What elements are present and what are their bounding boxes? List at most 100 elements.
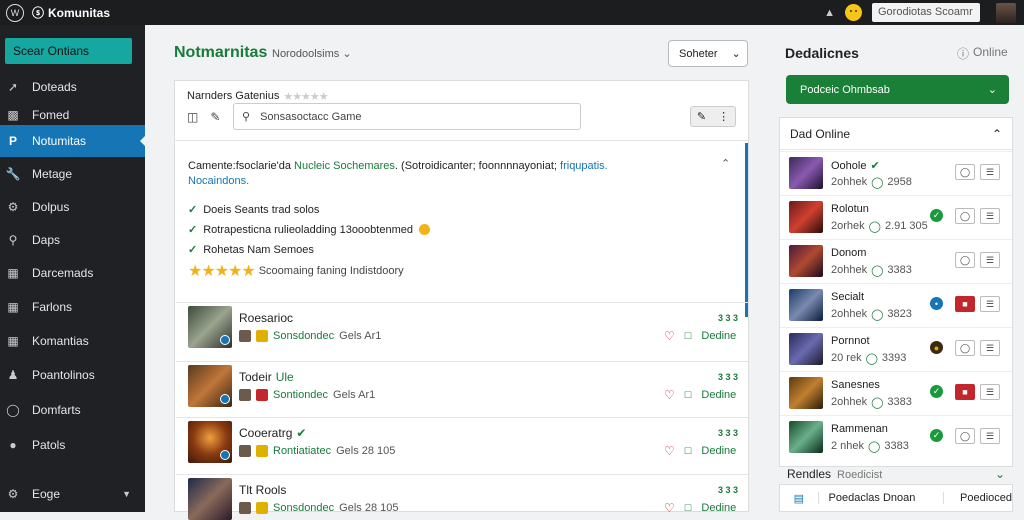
star-rating[interactable]: ★★★★★ xyxy=(188,261,256,281)
seller-name[interactable]: Sonsdondec xyxy=(273,502,334,514)
seller-name[interactable]: Rontiatiatec xyxy=(273,445,331,457)
check-item: ✓ Rotrapesticna rulieoladding 13ooobtenme… xyxy=(188,223,430,236)
game-row[interactable]: Todeir Ule Sontiondec Gels Ar1 3 3 3 ♡ □ Ded… xyxy=(176,361,748,407)
online-user-row[interactable]: Secialt 2ohhek ◯ 3823 • ■ ☰ xyxy=(780,283,1012,327)
report-button[interactable]: ■ xyxy=(955,296,975,312)
game-name[interactable]: Todeir Ule xyxy=(239,370,294,384)
sort-dropdown[interactable]: Soheter ⌄ xyxy=(668,40,748,67)
menu-button[interactable]: ☰ xyxy=(980,296,1000,312)
user-meta-b: 2.91 305 xyxy=(884,220,928,232)
seller-avatar xyxy=(239,502,251,514)
sidebar-item-dolpus[interactable]: ⚙ Dolpus xyxy=(0,191,145,223)
chat-icon[interactable]: □ xyxy=(685,330,692,342)
decline-link[interactable]: Dedine xyxy=(701,389,736,401)
game-name[interactable]: Cooeratrg ✔ xyxy=(239,426,306,440)
user-name: Oohole ✔ xyxy=(831,159,880,173)
star-rating-placeholder: ★★★★★ xyxy=(283,91,328,103)
message-button[interactable]: ◯ xyxy=(955,208,975,224)
sidebar-item-farlons[interactable]: ▦ Farlons xyxy=(0,291,145,323)
game-meta: Sontiondec Gels Ar1 xyxy=(239,389,375,401)
primary-action-button[interactable]: Podceic Ohmbsab ⌄ xyxy=(786,75,1009,104)
seller-name[interactable]: Sonsdondec xyxy=(273,330,334,342)
heart-icon[interactable]: ♡ xyxy=(664,329,675,343)
game-search-input[interactable]: ⚲ Sonsasoctacc Game xyxy=(233,103,581,130)
upload-icon[interactable]: ▲ xyxy=(824,7,835,19)
game-row[interactable]: Roesarioc Sonsdondec Gels Ar1 3 3 3 ♡ □ Ded… xyxy=(176,302,748,348)
menu-button[interactable]: ☰ xyxy=(980,340,1000,356)
chat-icon[interactable]: □ xyxy=(685,502,692,514)
sidebar-item-komantias[interactable]: ▦ Komantias xyxy=(0,325,145,357)
menu-button[interactable]: ☰ xyxy=(980,164,1000,180)
game-name[interactable]: Roesarioc xyxy=(239,311,293,325)
book-icon[interactable]: ◫ xyxy=(187,110,198,124)
review-link[interactable]: friqupatis. xyxy=(557,160,608,172)
seller-name[interactable]: Sontiondec xyxy=(273,389,328,401)
report-button[interactable]: ■ xyxy=(955,384,975,400)
user-avatar[interactable] xyxy=(996,2,1016,23)
online-user-row[interactable]: Rolotun 2orhek ◯ 2.91 305 ✓ ◯ ☰ xyxy=(780,195,1012,239)
site-brand[interactable]: ⓢ Komunitas xyxy=(32,4,110,21)
sidebar-item-patols[interactable]: ● Patols xyxy=(0,429,145,461)
chevron-up-icon[interactable]: ⌃ xyxy=(721,157,730,170)
sidebar-item-eoge[interactable]: ⚙ Eoge ▼ xyxy=(0,478,145,510)
online-user-row[interactable]: Pornnot 20 rek ◯ 3393 ● ◯ ☰ xyxy=(780,327,1012,371)
heart-icon[interactable]: ♡ xyxy=(664,388,675,402)
menu-button[interactable]: ☰ xyxy=(980,252,1000,268)
chat-icon[interactable]: □ xyxy=(685,445,692,457)
online-user-row[interactable]: Oohole ✔ 2ohhek ◯ 2958 ◯ ☰ xyxy=(780,151,1012,195)
sidebar-item-domfarts[interactable]: ◯ Domfarts xyxy=(0,394,145,426)
menu-button[interactable]: ☰ xyxy=(980,208,1000,224)
game-row[interactable]: Tlt Rools Sonsdondec Gels 28 105 3 3 3 ♡ □… xyxy=(176,474,748,520)
search-icon: ⚲ xyxy=(8,233,18,247)
game-stats: Gels 28 105 xyxy=(339,502,399,514)
emoji-icon[interactable] xyxy=(845,4,862,21)
wordpress-icon[interactable]: W xyxy=(6,3,24,22)
sidebar-primary-button[interactable]: Scear Ontians xyxy=(5,38,132,64)
sidebar-item-metage[interactable]: 🔧 Metage xyxy=(0,158,145,190)
online-user-row[interactable]: Sanesnes 2ohhek ◯ 3383 ✓ ■ ☰ xyxy=(780,371,1012,415)
menu-button[interactable]: ☰ xyxy=(980,384,1000,400)
online-list-header[interactable]: Dad Online ⌃ xyxy=(780,118,1012,150)
message-button[interactable]: ◯ xyxy=(955,252,975,268)
top-search-field[interactable]: Gorodiotas Scoamr xyxy=(872,3,980,22)
message-button[interactable]: ◯ xyxy=(955,164,975,180)
game-tag: Ule xyxy=(275,370,294,384)
sidebar-item-daps[interactable]: ⚲ Daps xyxy=(0,224,145,256)
sidebar-item-darcemads[interactable]: ▦ Darcemads xyxy=(0,257,145,289)
page-title: Notmarnitas xyxy=(174,44,268,61)
recent-item[interactable]: ▤ Poedaclas Dnoan Poedioced xyxy=(779,484,1013,512)
seller-logo-icon xyxy=(256,445,268,457)
person-icon: ♟ xyxy=(7,368,19,382)
page-subtitle-dropdown[interactable]: Norodoolsims ⌄ xyxy=(272,47,352,60)
grid-icon: ▦ xyxy=(7,334,19,348)
sidebar-item-label: Fomed xyxy=(32,108,70,122)
divider xyxy=(175,140,748,141)
online-filter[interactable]: ⓘ Online xyxy=(957,45,1008,62)
online-user-row[interactable]: Rammenan 2 nhek ◯ 3383 ✓ ◯ ☰ xyxy=(780,415,1012,459)
heart-icon[interactable]: ♡ xyxy=(664,444,675,458)
user-meta-a: 2orhek xyxy=(831,220,865,232)
game-row[interactable]: Cooeratrg ✔ Rontiatiatec Gels 28 105 3 3 3… xyxy=(176,417,748,463)
chat-icon[interactable]: □ xyxy=(685,389,692,401)
heart-icon[interactable]: ♡ xyxy=(664,501,675,515)
game-name[interactable]: Tlt Rools xyxy=(239,483,286,497)
chevron-down-icon[interactable]: ⌄ xyxy=(995,467,1005,481)
game-indicator: 3 3 3 xyxy=(718,428,739,438)
decline-link[interactable]: Dedine xyxy=(701,502,736,514)
pencil-icon[interactable]: ✎ xyxy=(210,110,220,124)
online-user-row[interactable]: Donom 2ohhek ◯ 3383 ◯ ☰ xyxy=(780,239,1012,283)
menu-button[interactable]: ☰ xyxy=(980,428,1000,444)
wrench-icon: 🔧 xyxy=(5,167,21,181)
sidebar-item-notumitas[interactable]: P Notumitas xyxy=(0,125,145,157)
game-indicator: 3 3 3 xyxy=(718,313,739,323)
sidebar-item-poantolinos[interactable]: ♟ Poantolinos xyxy=(0,359,145,391)
logo[interactable]: W xyxy=(0,3,24,22)
decline-link[interactable]: Dedine xyxy=(701,330,736,342)
review-link[interactable]: Nocaindons. xyxy=(188,175,249,187)
review-link[interactable]: Nucleic Sochemares xyxy=(294,160,395,172)
message-button[interactable]: ◯ xyxy=(955,340,975,356)
chevron-up-icon[interactable]: ⌃ xyxy=(992,127,1002,141)
decline-link[interactable]: Dedine xyxy=(701,445,736,457)
edit-button[interactable]: ✎ ⋮ xyxy=(690,106,736,127)
message-button[interactable]: ◯ xyxy=(955,428,975,444)
